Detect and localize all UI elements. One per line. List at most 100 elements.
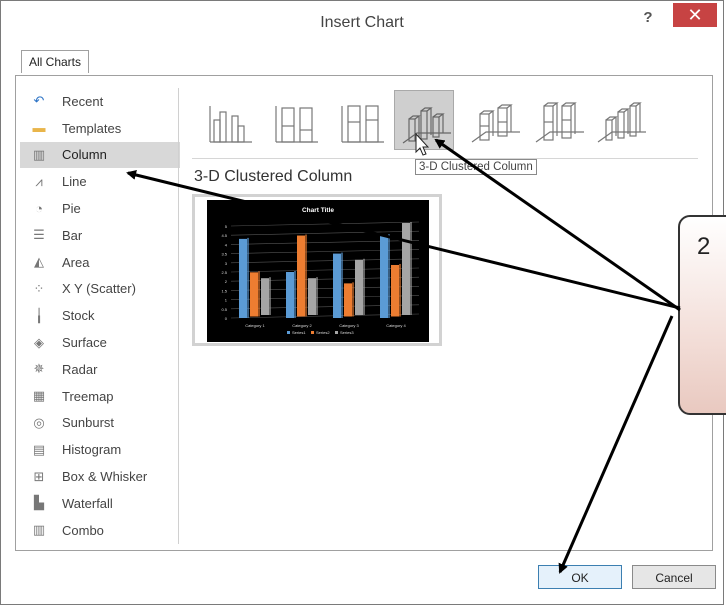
chart-type-histogram[interactable]: ▤ Histogram [20,436,180,463]
line-chart-icon: ⩘ [35,173,43,189]
chart-type-list: ↶ Recent ▬ Templates ▥ Column ⩘ Line ◔ Pie ☰ Bar ◭ Ar… [20,88,180,544]
preview-bar [402,223,410,315]
chart-type-label: Pie [62,201,81,217]
preview-y-tick-label: 2 [225,279,228,284]
preview-y-tick-label: 5 [225,224,228,229]
preview-legend-swatch [311,331,314,334]
preview-bar-side [316,277,318,315]
chart-type-label: Column [62,147,107,163]
clustered-column-icon [209,106,252,143]
bar-chart-icon: ☰ [33,227,45,243]
chart-type-label: Waterfall [62,495,113,511]
preview-legend-label: Series1 [292,330,306,335]
preview-category-label: Category 4 [386,323,406,328]
chart-type-label: Combo [62,522,104,538]
sunburst-chart-icon: ◎ [33,414,45,430]
preview-y-tick-label: 4 [225,242,228,247]
histogram-chart-icon: ▤ [32,441,46,457]
preview-bar [250,272,258,317]
preview-bar [333,253,341,318]
preview-bar-side [305,234,307,317]
close-button[interactable]: ✕ [673,3,717,27]
preview-bar-side [388,234,390,318]
preview-legend-label: Series2 [316,330,330,335]
3d-column-icon [597,102,646,143]
chart-type-label: Area [62,254,90,270]
tab-content: ↶ Recent ▬ Templates ▥ Column ⩘ Line ◔ Pie ☰ Bar ◭ Ar… [15,75,713,551]
preview-legend-swatch [287,331,290,334]
3d-clustered-column-icon [402,107,451,144]
subtype-clustered-column[interactable] [200,90,260,150]
chart-type-label: Stock [62,308,95,324]
preview-category-label: Category 2 [292,323,312,328]
tab-strip: All Charts [21,50,90,73]
combo-chart-icon: ▥ [32,522,46,538]
preview-bar [391,264,399,317]
folder-icon: ▬ [32,120,46,136]
preview-bar [380,235,388,318]
preview-y-tick-label: 3 [225,261,228,266]
chart-type-column[interactable]: ▥ Column [20,141,180,169]
preview-gridline [230,240,420,245]
surface-chart-icon: ◈ [34,334,44,350]
preview-legend-label: Series3 [340,330,354,335]
chart-type-x-y-scatter[interactable]: ⁘ X Y (Scatter) [20,276,180,303]
chart-type-box-whisker[interactable]: ⊞ Box & Whisker [20,463,180,490]
subtype-100-stacked-column[interactable] [332,90,392,150]
cancel-button[interactable]: Cancel [632,565,716,589]
preview-y-tick-label: 0 [225,316,228,321]
subtype-3d-stacked-column[interactable] [466,90,526,150]
preview-bar [344,283,352,317]
preview-bar [239,238,247,318]
chart-type-label: Line [62,174,87,190]
preview-bar [261,278,269,315]
ok-button[interactable]: OK [538,565,622,589]
preview-bar-side [363,258,365,315]
chart-type-radar[interactable]: ✵ Radar [20,356,180,383]
stock-chart-icon: ╽ [35,307,43,323]
subtype-3d-100-stacked-column[interactable] [530,90,590,150]
chart-type-surface[interactable]: ◈ Surface [20,329,180,356]
preview-bar-side [294,271,296,318]
chart-type-label: Histogram [62,442,122,458]
chart-type-label: Radar [62,361,98,377]
preview-y-tick-label: 4.5 [221,233,227,238]
tab-all-charts[interactable]: All Charts [21,50,90,73]
treemap-chart-icon: ▦ [32,388,46,404]
preview-bar-side [410,222,412,315]
chart-type-label: Sunburst [62,415,115,431]
chart-type-line[interactable]: ⩘ Line [20,168,180,195]
chart-type-waterfall[interactable]: ▙ Waterfall [20,490,180,517]
help-button[interactable]: ? [637,7,659,29]
preview-chart-title: Chart Title [302,207,334,214]
preview-bar [286,272,294,318]
chart-type-label: X Y (Scatter) [62,281,136,297]
preview-y-tick-label: 1 [225,298,228,303]
chart-type-treemap[interactable]: ▦ Treemap [20,383,180,410]
preview-chart-svg: Chart Title 0 0.5 1 1.5 2 2.5 3 3.5 4 4.5 5 Category… [221,207,420,335]
subtype-3d-clustered-column[interactable] [394,90,454,150]
chart-type-area[interactable]: ◭ Area [20,249,180,276]
preview-bar [355,259,363,315]
preview-gridline [230,221,420,227]
preview-bar-side [269,277,271,315]
subtype-stacked-column[interactable] [266,90,326,150]
preview-bar [308,278,316,315]
chart-type-bar[interactable]: ☰ Bar [20,222,180,249]
chart-type-label: Box & Whisker [62,469,148,485]
chart-type-combo[interactable]: ▥ Combo [20,517,180,544]
recent-icon: ↶ [33,93,45,109]
insert-chart-dialog: Insert Chart ? ✕ All Charts ↶ Recent ▬ Temp… [0,0,724,605]
chart-preview[interactable]: Chart Title 0 0.5 1 1.5 2 2.5 3 3.5 4 4.5 5 Category… [192,194,442,346]
waterfall-chart-icon: ▙ [34,495,44,511]
chart-type-label: Templates [62,120,122,136]
chart-type-recent[interactable]: ↶ Recent [20,88,180,115]
chart-type-pie[interactable]: ◔ Pie [20,195,180,222]
preview-category-label: Category 3 [339,323,359,328]
subtype-3d-column[interactable] [592,90,652,150]
subtype-tooltip: 3-D Clustered Column [415,159,537,175]
chart-type-label: Bar [62,227,83,243]
chart-type-stock[interactable]: ╽ Stock [20,302,180,329]
chart-type-sunburst[interactable]: ◎ Sunburst [20,410,180,437]
chart-type-templates[interactable]: ▬ Templates [20,115,180,142]
